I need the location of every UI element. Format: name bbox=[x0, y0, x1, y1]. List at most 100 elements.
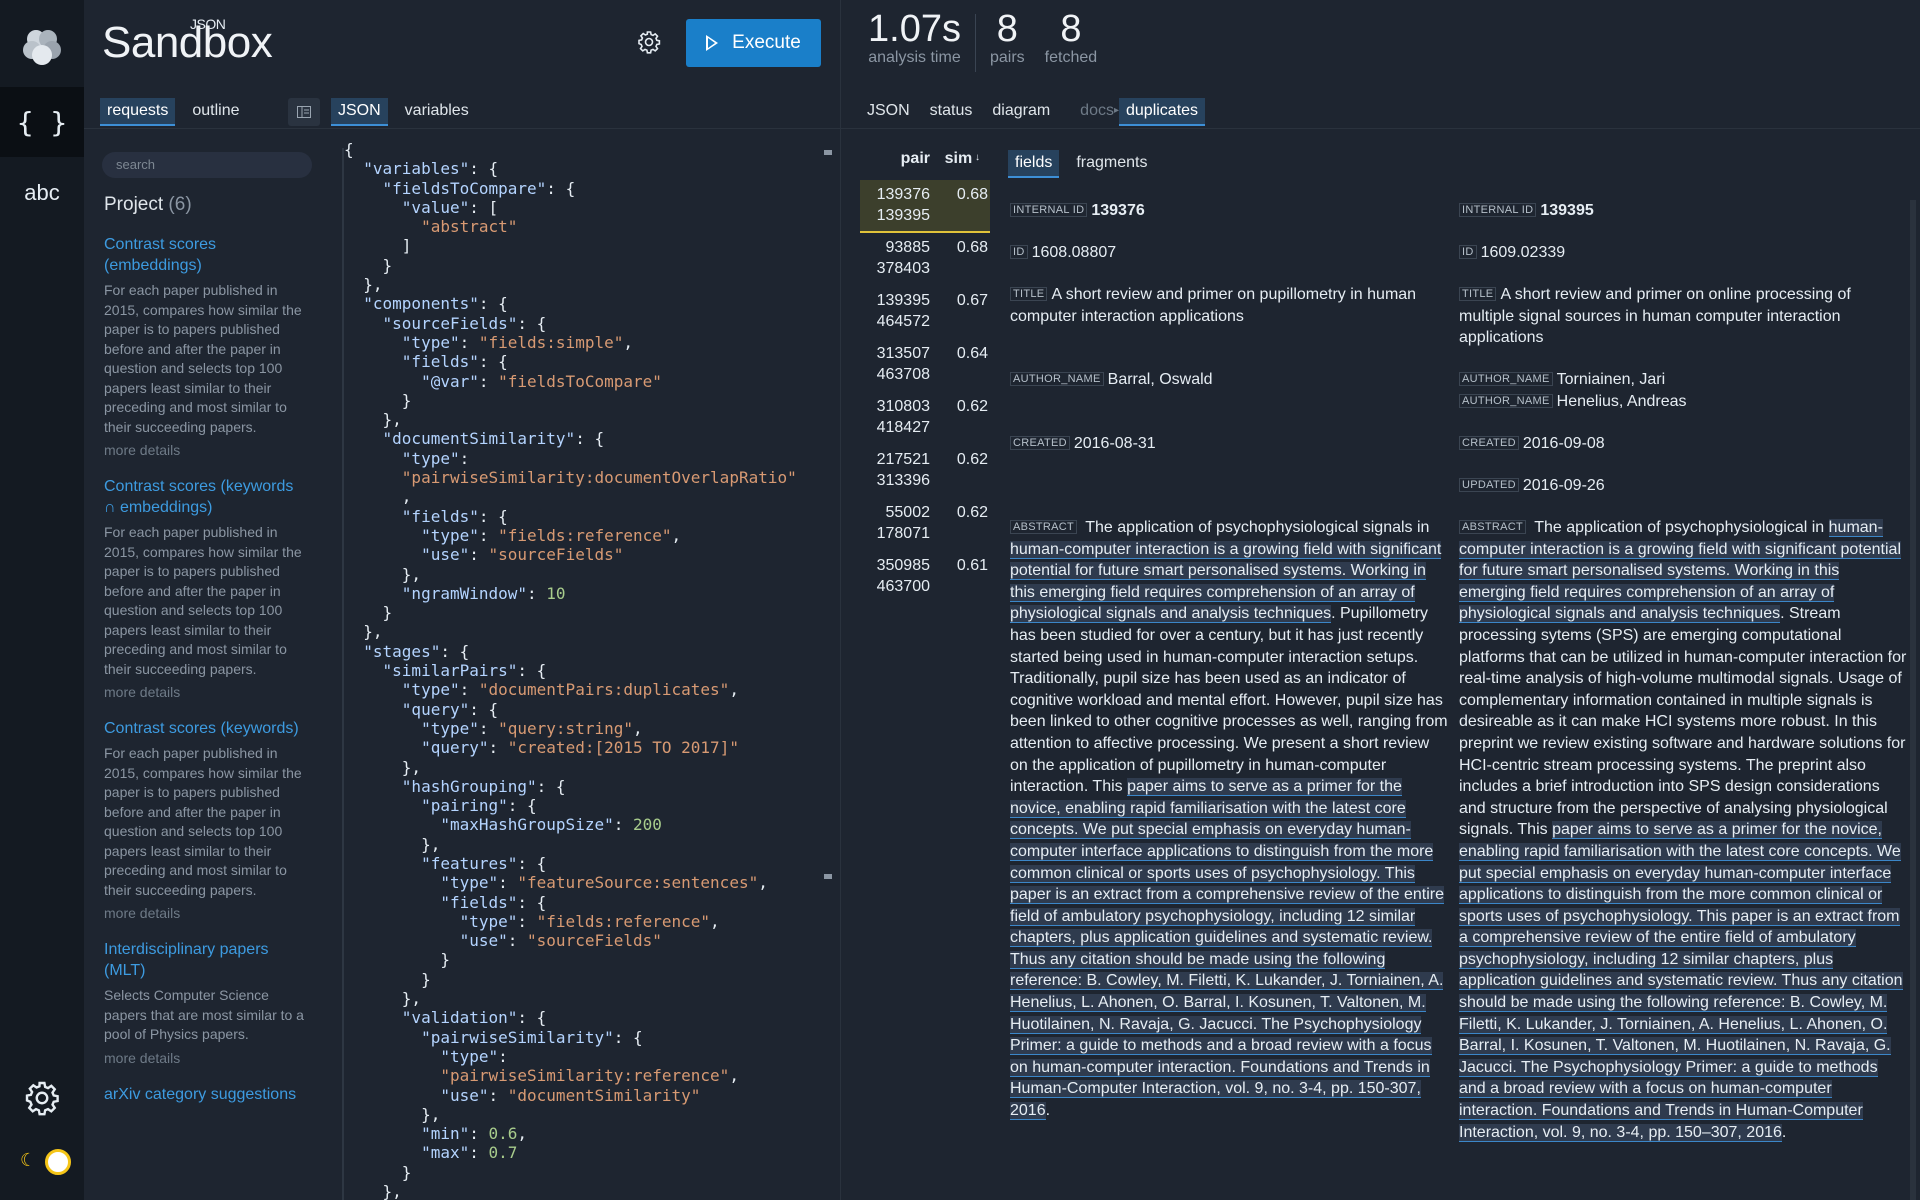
code-line[interactable]: "features": { bbox=[344, 854, 830, 873]
theme-toggle-sun-icon[interactable] bbox=[45, 1149, 71, 1175]
tab-json[interactable]: JSON bbox=[331, 98, 388, 126]
code-line[interactable]: } bbox=[344, 391, 830, 410]
code-line[interactable]: "pairwiseSimilarity:documentOverlapRatio… bbox=[344, 468, 830, 487]
table-row[interactable]: 313507 463708 0.64 bbox=[860, 339, 990, 392]
code-line[interactable]: "min": 0.6, bbox=[344, 1124, 830, 1143]
list-item[interactable]: Contrast scores (keywords) For each paper… bbox=[104, 718, 309, 921]
code-line[interactable]: }, bbox=[344, 275, 830, 294]
project-title[interactable]: arXiv category suggestions bbox=[104, 1084, 309, 1105]
code-line[interactable]: }, bbox=[344, 565, 830, 584]
code-line[interactable]: } bbox=[344, 970, 830, 989]
code-line[interactable]: "use": "sourceFields" bbox=[344, 545, 830, 564]
code-line[interactable]: "components": { bbox=[344, 294, 830, 313]
table-row[interactable]: 139395 464572 0.67 bbox=[860, 286, 990, 339]
code-line[interactable]: "fields": { bbox=[344, 352, 830, 371]
more-details-link[interactable]: more details bbox=[104, 1050, 309, 1066]
table-row[interactable]: 55002 178071 0.62 bbox=[860, 498, 990, 551]
project-title[interactable]: Interdisciplinary papers (MLT) bbox=[104, 939, 309, 981]
matched-fragment[interactable]: paper aims to serve as a primer for the … bbox=[1010, 778, 1444, 1121]
table-row[interactable]: 217521 313396 0.62 bbox=[860, 445, 990, 498]
code-line[interactable]: "pairwiseSimilarity": { bbox=[344, 1028, 830, 1047]
code-line[interactable]: "type": "documentPairs:duplicates", bbox=[344, 680, 830, 699]
code-line[interactable]: "variables": { bbox=[344, 159, 830, 178]
code-line[interactable]: "query": { bbox=[344, 700, 830, 719]
tab-docs[interactable]: docs bbox=[1073, 98, 1114, 126]
detail-scrollbar[interactable] bbox=[1910, 200, 1916, 1200]
project-title[interactable]: Contrast scores (keywords ∩ embeddings) bbox=[104, 476, 309, 518]
project-title[interactable]: Contrast scores (keywords) bbox=[104, 718, 309, 739]
code-line[interactable]: "pairing": { bbox=[344, 796, 830, 815]
code-line[interactable]: } bbox=[344, 950, 830, 969]
gear-icon[interactable] bbox=[24, 1080, 60, 1116]
code-line[interactable]: "ngramWindow": 10 bbox=[344, 584, 830, 603]
code-line[interactable]: "documentSimilarity": { bbox=[344, 429, 830, 448]
code-line[interactable]: "similarPairs": { bbox=[344, 661, 830, 680]
code-line[interactable]: "use": "documentSimilarity" bbox=[344, 1086, 830, 1105]
code-line[interactable]: }, bbox=[344, 1105, 830, 1124]
settings-gear-icon[interactable] bbox=[637, 30, 661, 54]
code-line[interactable]: "type": "fields:reference", bbox=[344, 526, 830, 545]
more-details-link[interactable]: more details bbox=[104, 905, 309, 921]
more-details-link[interactable]: more details bbox=[104, 684, 309, 700]
table-row[interactable]: 139376 139395 0.68 bbox=[860, 180, 990, 233]
list-item[interactable]: Interdisciplinary papers (MLT) Selects Co… bbox=[104, 939, 309, 1066]
code-line[interactable]: "type": bbox=[344, 449, 830, 468]
code-line[interactable]: "type": "fields:reference", bbox=[344, 912, 830, 931]
col-pair[interactable]: pair bbox=[860, 150, 930, 168]
json-mode-icon[interactable]: { } bbox=[0, 87, 84, 157]
code-line[interactable]: }, bbox=[344, 835, 830, 854]
moon-icon[interactable]: ☾ bbox=[20, 1150, 36, 1171]
code-line[interactable]: } bbox=[344, 603, 830, 622]
code-line[interactable]: ] bbox=[344, 236, 830, 255]
code-line[interactable]: } bbox=[344, 1163, 830, 1182]
tab-status[interactable]: status bbox=[923, 98, 980, 126]
code-line[interactable]: "@var": "fieldsToCompare" bbox=[344, 372, 830, 391]
matched-fragment[interactable]: paper aims to serve as a primer for the … bbox=[1459, 821, 1903, 1142]
list-item[interactable]: arXiv category suggestions bbox=[104, 1084, 309, 1105]
code-line[interactable]: "validation": { bbox=[344, 1008, 830, 1027]
code-line[interactable]: "fields": { bbox=[344, 893, 830, 912]
table-row[interactable]: 93885 378403 0.68 bbox=[860, 233, 990, 286]
code-line[interactable]: "query": "created:[2015 TO 2017]" bbox=[344, 738, 830, 757]
json-editor[interactable]: { "variables": { "fieldsToCompare": { "v… bbox=[340, 140, 830, 1200]
code-line[interactable]: "abstract" bbox=[344, 217, 830, 236]
more-details-link[interactable]: more details bbox=[104, 442, 309, 458]
table-row[interactable]: 350985 463700 0.61 bbox=[860, 551, 990, 604]
code-line[interactable]: "maxHashGroupSize": 200 bbox=[344, 815, 830, 834]
code-line[interactable]: "hashGrouping": { bbox=[344, 777, 830, 796]
tab-duplicates[interactable]: duplicates bbox=[1119, 98, 1206, 126]
code-line[interactable]: , bbox=[344, 487, 830, 506]
code-line[interactable]: "stages": { bbox=[344, 642, 830, 661]
list-item[interactable]: Contrast scores (keywords ∩ embeddings) F… bbox=[104, 476, 309, 700]
code-line[interactable]: }, bbox=[344, 1182, 830, 1200]
code-line[interactable]: "fields": { bbox=[344, 507, 830, 526]
code-line[interactable]: }, bbox=[344, 758, 830, 777]
col-sim[interactable]: sim ↓ bbox=[930, 150, 980, 168]
code-content[interactable]: { "variables": { "fieldsToCompare": { "v… bbox=[340, 140, 830, 1200]
code-line[interactable]: "fieldsToCompare": { bbox=[344, 179, 830, 198]
table-row[interactable]: 310803 418427 0.62 bbox=[860, 392, 990, 445]
editor-scroll-thumb[interactable] bbox=[824, 874, 832, 879]
tab-fragments[interactable]: fragments bbox=[1069, 150, 1154, 178]
editor-scroll-top[interactable] bbox=[824, 150, 832, 155]
list-item[interactable]: Contrast scores (embeddings) For each pap… bbox=[104, 234, 309, 458]
toggle-panel-button[interactable] bbox=[288, 98, 320, 126]
code-line[interactable]: "sourceFields": { bbox=[344, 314, 830, 333]
code-line[interactable]: }, bbox=[344, 622, 830, 641]
tab-requests[interactable]: requests bbox=[100, 98, 176, 126]
tab-diagram[interactable]: diagram bbox=[985, 98, 1057, 126]
code-line[interactable]: } bbox=[344, 256, 830, 275]
tab-fields[interactable]: fields bbox=[1008, 150, 1060, 178]
project-title[interactable]: Contrast scores (embeddings) bbox=[104, 234, 309, 276]
code-line[interactable]: "max": 0.7 bbox=[344, 1143, 830, 1162]
code-line[interactable]: "use": "sourceFields" bbox=[344, 931, 830, 950]
code-line[interactable]: "pairwiseSimilarity:reference", bbox=[344, 1066, 830, 1085]
code-line[interactable]: "type": "featureSource:sentences", bbox=[344, 873, 830, 892]
code-line[interactable]: "type": "query:string", bbox=[344, 719, 830, 738]
execute-button[interactable]: Execute bbox=[686, 19, 821, 67]
code-line[interactable]: "type": "fields:simple", bbox=[344, 333, 830, 352]
tab-result-json[interactable]: JSON bbox=[860, 98, 917, 126]
code-line[interactable]: }, bbox=[344, 410, 830, 429]
tab-outline[interactable]: outline bbox=[185, 98, 246, 126]
code-line[interactable]: "value": [ bbox=[344, 198, 830, 217]
